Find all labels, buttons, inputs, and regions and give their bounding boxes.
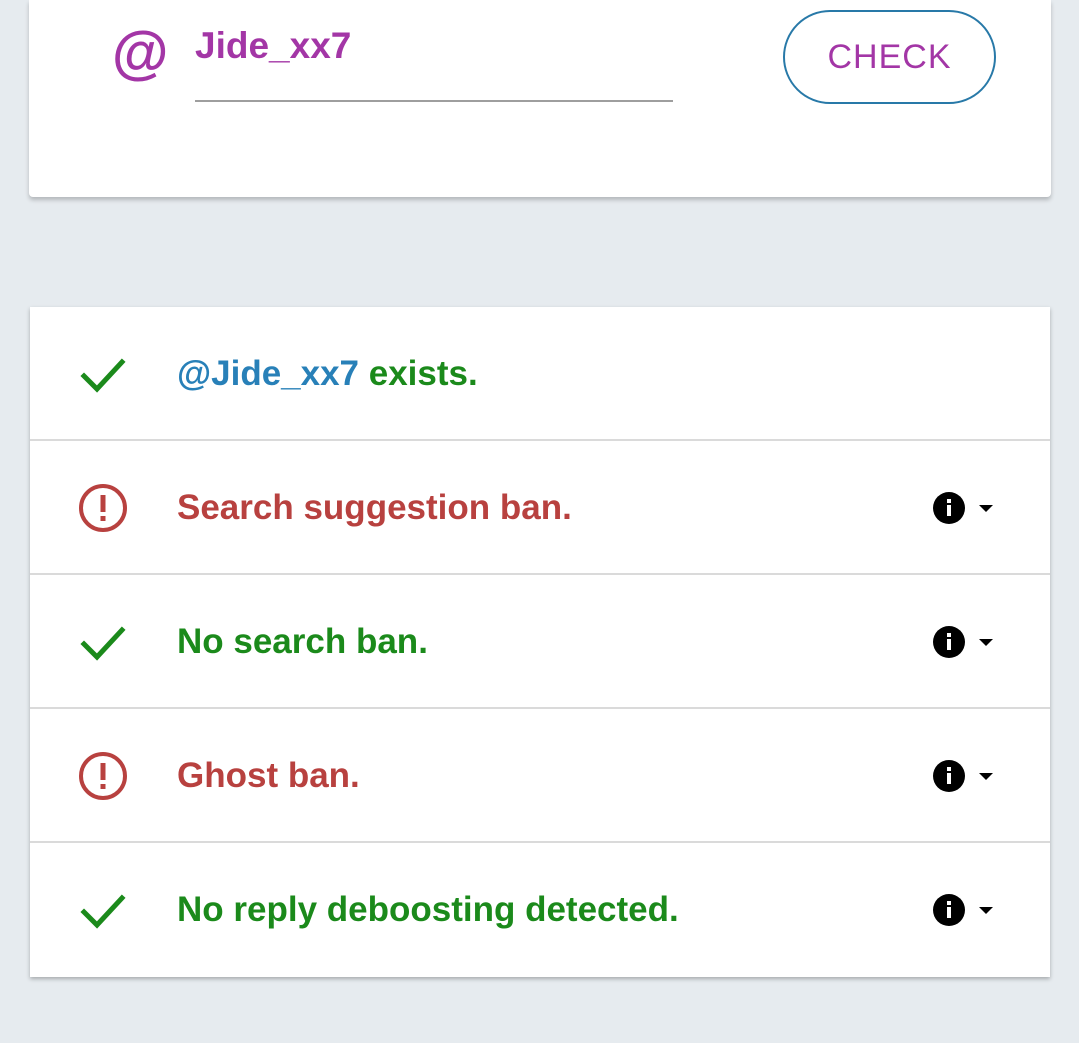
username-check-card: @ CHECK xyxy=(29,0,1051,197)
result-text: @Jide_xx7 exists. xyxy=(177,354,478,394)
chevron-down-icon[interactable] xyxy=(975,631,997,653)
chevron-down-icon[interactable] xyxy=(975,899,997,921)
result-text: Ghost ban. xyxy=(177,756,360,795)
row-actions xyxy=(933,843,997,977)
result-text: No search ban. xyxy=(177,622,428,661)
result-text: Search suggestion ban. xyxy=(177,488,572,527)
alert-circle-icon xyxy=(79,752,127,800)
username-input[interactable] xyxy=(195,20,673,102)
result-row-search-ban[interactable]: No search ban. xyxy=(30,575,1050,709)
checkmark-icon xyxy=(80,626,126,661)
row-actions xyxy=(933,575,997,709)
results-list: @Jide_xx7 exists. Search suggestion ban.… xyxy=(30,307,1050,977)
info-icon[interactable] xyxy=(933,626,965,658)
info-icon[interactable] xyxy=(933,492,965,524)
checkmark-icon xyxy=(80,894,126,929)
chevron-down-icon[interactable] xyxy=(975,497,997,519)
result-row-account-exists: @Jide_xx7 exists. xyxy=(30,307,1050,441)
result-text: No reply deboosting detected. xyxy=(177,890,679,929)
info-icon[interactable] xyxy=(933,894,965,926)
chevron-down-icon[interactable] xyxy=(975,765,997,787)
result-row-ghost-ban[interactable]: Ghost ban. xyxy=(30,709,1050,843)
info-icon[interactable] xyxy=(933,760,965,792)
handle-link[interactable]: @Jide_xx7 xyxy=(177,354,359,394)
at-sign-icon: @ xyxy=(111,21,168,86)
checkmark-icon xyxy=(80,358,126,393)
check-button[interactable]: CHECK xyxy=(783,10,996,104)
row-actions xyxy=(933,709,997,843)
alert-circle-icon xyxy=(79,484,127,532)
result-row-reply-deboosting[interactable]: No reply deboosting detected. xyxy=(30,843,1050,977)
row-actions xyxy=(933,441,997,575)
result-row-search-suggestion-ban[interactable]: Search suggestion ban. xyxy=(30,441,1050,575)
